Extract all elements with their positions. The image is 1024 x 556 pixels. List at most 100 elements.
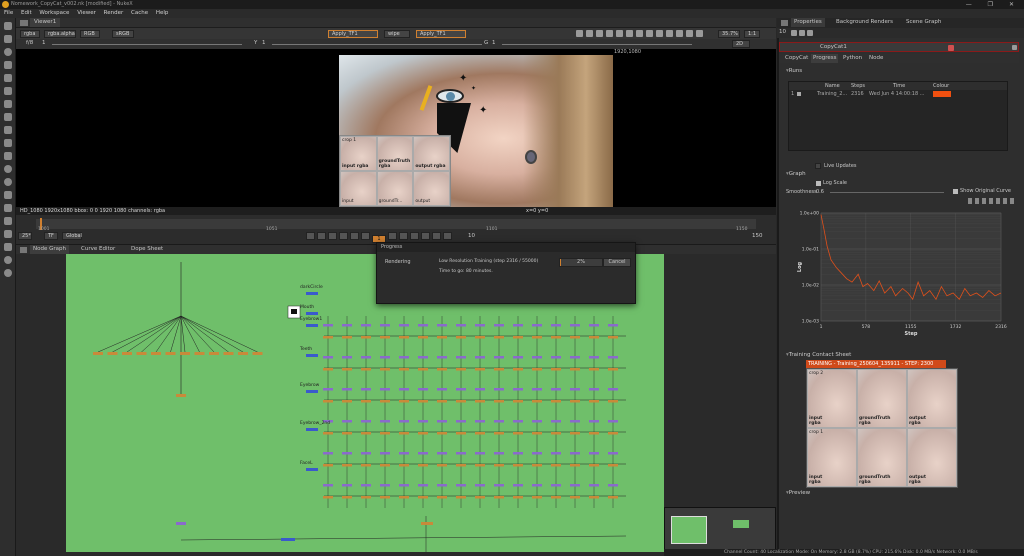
node-blur[interactable]: [589, 420, 599, 423]
node-blur[interactable]: [323, 356, 333, 359]
node-blur[interactable]: [418, 420, 428, 423]
node-merge[interactable]: [399, 400, 409, 403]
node-merge[interactable]: [494, 368, 504, 371]
node-merge[interactable]: [418, 496, 428, 499]
max-panels-value[interactable]: 10: [779, 28, 786, 37]
node-merge[interactable]: [380, 496, 390, 499]
snapshot-icon[interactable]: [676, 30, 683, 37]
prev-step-button[interactable]: [328, 232, 337, 240]
node-merge[interactable]: [513, 432, 523, 435]
node-blur[interactable]: [380, 452, 390, 455]
node-blur[interactable]: [494, 420, 504, 423]
contact-sheet-section-title[interactable]: Training Contact Sheet: [786, 352, 852, 358]
node-blur[interactable]: [532, 356, 542, 359]
gamma-slider[interactable]: [272, 44, 482, 45]
node-apply[interactable]: [281, 538, 295, 541]
node-merge[interactable]: [361, 464, 371, 467]
graph-tool-icons[interactable]: [968, 198, 1014, 204]
close-node-icon[interactable]: [1012, 45, 1017, 50]
input-a-dropdown[interactable]: Apply_TF1: [328, 29, 378, 38]
node-merge[interactable]: [513, 368, 523, 371]
next-step-button[interactable]: [410, 232, 419, 240]
node-eyebrow[interactable]: [306, 390, 318, 393]
node-blur[interactable]: [570, 324, 580, 327]
roi-icon[interactable]: [576, 30, 583, 37]
node-merge[interactable]: [589, 496, 599, 499]
tab-progress[interactable]: Progress: [811, 54, 839, 63]
column-name[interactable]: Name: [825, 82, 840, 90]
node-blur[interactable]: [570, 452, 580, 455]
node-blur[interactable]: [361, 388, 371, 391]
node-blur[interactable]: [608, 356, 618, 359]
node-merge[interactable]: [399, 336, 409, 339]
tab-dope-sheet[interactable]: Dope Sheet: [128, 245, 166, 254]
node-transform[interactable]: [151, 352, 161, 355]
menu-file[interactable]: File: [4, 10, 13, 16]
deep-tool-icon[interactable]: [4, 165, 12, 173]
node-blur[interactable]: [475, 324, 485, 327]
node-blur[interactable]: [418, 484, 428, 487]
next-frame-button[interactable]: [399, 232, 408, 240]
node-merge[interactable]: [475, 432, 485, 435]
node-merge[interactable]: [342, 464, 352, 467]
proxy-slider[interactable]: [502, 44, 692, 45]
node-blur[interactable]: [494, 388, 504, 391]
node-transform[interactable]: [122, 352, 132, 355]
node-blur[interactable]: [513, 420, 523, 423]
node-blur[interactable]: [608, 388, 618, 391]
node-merge[interactable]: [380, 464, 390, 467]
node-merge[interactable]: [342, 336, 352, 339]
pin-icon[interactable]: [807, 30, 813, 36]
menu-cache[interactable]: Cache: [131, 10, 148, 16]
node-blur[interactable]: [323, 388, 333, 391]
node-merge[interactable]: [513, 400, 523, 403]
node-blur[interactable]: [323, 324, 333, 327]
node-blur[interactable]: [532, 388, 542, 391]
toolsets-tool-icon[interactable]: [4, 204, 12, 212]
node-merge[interactable]: [608, 432, 618, 435]
colorspace-dropdown[interactable]: RGB: [80, 29, 100, 38]
node-merge[interactable]: [380, 400, 390, 403]
node-blur[interactable]: [570, 484, 580, 487]
node-merge[interactable]: [475, 368, 485, 371]
gain-value[interactable]: 1: [42, 39, 46, 48]
node-transform[interactable]: [136, 352, 147, 355]
node-blur[interactable]: [361, 484, 371, 487]
node-merge[interactable]: [361, 432, 371, 435]
minimap-viewport[interactable]: [671, 516, 707, 544]
node-blur[interactable]: [380, 484, 390, 487]
node-blur[interactable]: [532, 324, 542, 327]
node-merge[interactable]: [399, 368, 409, 371]
node-blur[interactable]: [437, 388, 447, 391]
node-blur[interactable]: [399, 324, 409, 327]
node-blur[interactable]: [589, 324, 599, 327]
node-merge[interactable]: [494, 336, 504, 339]
node-merge[interactable]: [494, 464, 504, 467]
node-blur[interactable]: [589, 452, 599, 455]
node-blur[interactable]: [380, 420, 390, 423]
node-blur[interactable]: [437, 452, 447, 455]
node-blur[interactable]: [342, 388, 352, 391]
node-blur[interactable]: [361, 452, 371, 455]
keyer-tool-icon[interactable]: [4, 100, 12, 108]
node-merge[interactable]: [323, 432, 333, 435]
node-blur[interactable]: [323, 484, 333, 487]
last-frame-button[interactable]: [432, 232, 441, 240]
zoom-dropdown[interactable]: 35.7%: [718, 29, 740, 38]
node-merge[interactable]: [608, 496, 618, 499]
node-blur[interactable]: [608, 420, 618, 423]
node-name-field[interactable]: CopyCat1: [820, 43, 847, 52]
node-merge[interactable]: [342, 368, 352, 371]
metadata-tool-icon[interactable]: [4, 191, 12, 199]
node-merge[interactable]: [494, 400, 504, 403]
node-blur[interactable]: [437, 324, 447, 327]
node-merge[interactable]: [456, 496, 466, 499]
node-transform[interactable]: [223, 352, 234, 355]
first-frame-button[interactable]: [306, 232, 315, 240]
node-blur[interactable]: [513, 356, 523, 359]
other-tool-icon[interactable]: [4, 217, 12, 225]
node-merge[interactable]: [551, 400, 561, 403]
proxy-value[interactable]: 1: [492, 39, 496, 48]
prev-key-button[interactable]: [317, 232, 326, 240]
node-merge[interactable]: [551, 432, 561, 435]
